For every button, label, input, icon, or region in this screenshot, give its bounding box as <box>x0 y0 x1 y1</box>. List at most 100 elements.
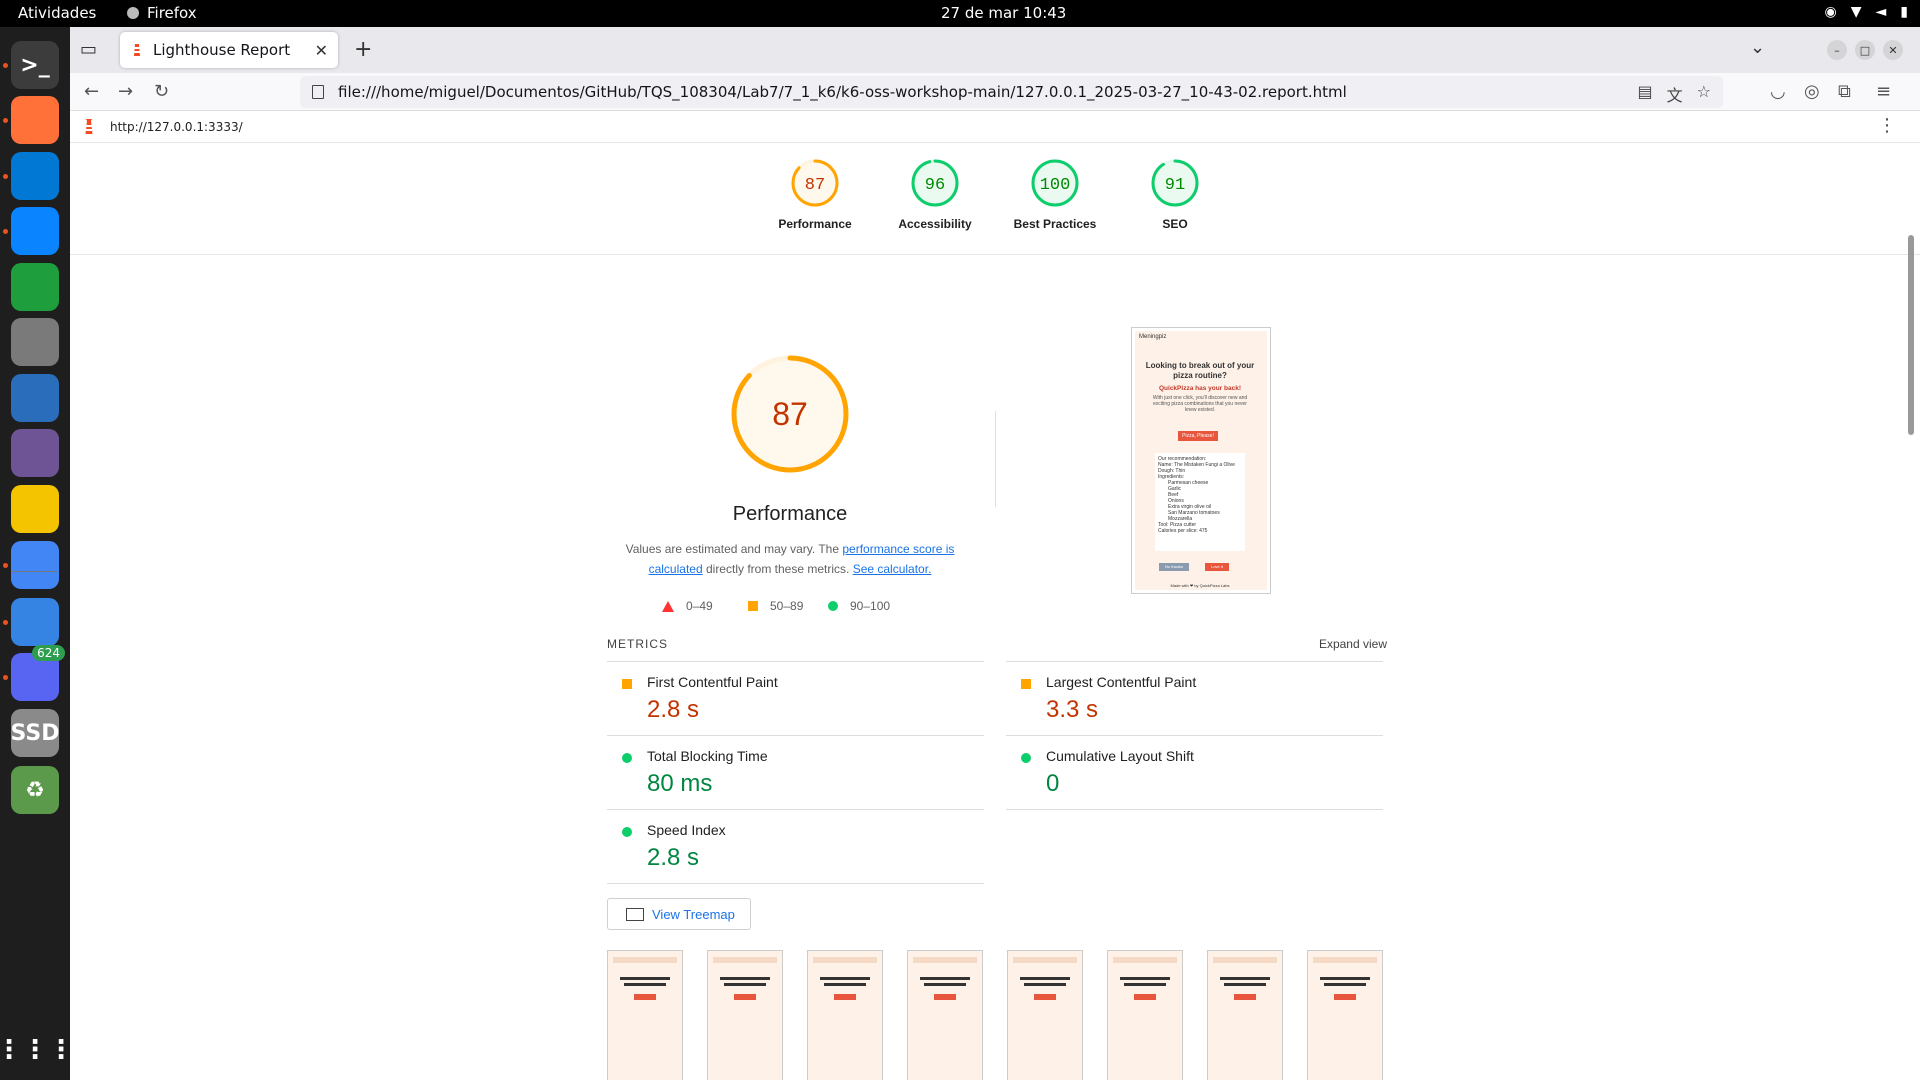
extensions-icon[interactable]: ⧉ <box>1838 81 1851 102</box>
dock-discord-icon[interactable]: 624 <box>11 645 65 701</box>
legend-pass: 90–100 <box>828 599 890 613</box>
dock-rhythmbox-icon[interactable] <box>11 485 59 533</box>
running-indicator <box>3 63 8 68</box>
gauge-accessibility[interactable]: 96 Accessibility <box>880 157 990 231</box>
running-indicator <box>3 620 8 625</box>
reload-icon[interactable]: ↻ <box>154 81 169 102</box>
volume-muted-icon[interactable]: ◄ <box>1876 4 1887 20</box>
dock-files-icon[interactable] <box>11 318 59 366</box>
clock[interactable]: 27 de mar 10:43 <box>941 4 1066 22</box>
dock-separator <box>12 571 58 572</box>
metric-bottom-border <box>1006 809 1383 810</box>
dock: >_ 624 SSD ♻ ⋮⋮⋮ <box>0 27 74 1080</box>
pass-circle-icon <box>828 601 838 611</box>
dock-chrome-icon[interactable] <box>11 541 59 589</box>
ss-love-it: Love it <box>1205 563 1229 571</box>
metric-name: Total Blocking Time <box>647 748 768 764</box>
average-square-icon <box>622 679 632 689</box>
dock-ssd-icon[interactable]: SSD <box>11 709 59 757</box>
metric-value: 0 <box>1046 770 1060 797</box>
final-screenshot[interactable]: Meningpiz Looking to break out of your p… <box>1131 327 1271 594</box>
metric-speed-index: Speed Index 2.8 s <box>607 809 984 884</box>
metric-largest-contentful-paint: Largest Contentful Paint 3.3 s <box>1006 661 1383 735</box>
gauge-best-practices[interactable]: 100 Best Practices <box>1000 157 1110 231</box>
gauge-score: 100 <box>1040 176 1071 195</box>
ss-no-thanks: No thanks <box>1159 563 1189 571</box>
screenshot-content: Meningpiz Looking to break out of your p… <box>1135 331 1267 590</box>
show-apps-icon[interactable]: ⋮⋮⋮ <box>0 1026 74 1074</box>
reader-view-icon[interactable]: ▤ <box>1638 82 1653 106</box>
battery-icon[interactable]: ▮ <box>1900 4 1908 20</box>
performance-description: Values are estimated and may vary. The p… <box>615 539 965 579</box>
active-app-menu[interactable]: Firefox <box>126 4 197 22</box>
close-tab-icon[interactable]: ✕ <box>315 41 328 60</box>
dock-libreoffice-calc-icon[interactable] <box>11 263 59 311</box>
dock-badge: 624 <box>32 645 65 661</box>
dock-terminal-icon[interactable]: >_ <box>11 41 59 89</box>
metric-bottom-border <box>607 883 984 884</box>
firefox-view-icon[interactable]: ▭ <box>80 39 97 60</box>
lighthouse-logo-icon <box>85 119 93 134</box>
filmstrip-frame <box>1307 950 1383 1080</box>
average-square-icon <box>748 601 758 611</box>
system-tray[interactable]: ◉ ▼ ◄ ▮ <box>1825 4 1909 20</box>
view-treemap-button[interactable]: View Treemap <box>607 898 751 930</box>
metrics-title: METRICS <box>607 637 668 651</box>
filmstrip-frame <box>707 950 783 1080</box>
lighthouse-report: http://127.0.0.1:3333/ ⋮ 87 Performance 96… <box>70 111 1920 1080</box>
gauge-score: 87 <box>805 176 825 195</box>
metric-value: 2.8 s <box>647 696 700 723</box>
wifi-icon[interactable]: ▼ <box>1851 4 1862 20</box>
legend-fail: 0–49 <box>662 599 713 613</box>
report-page-url[interactable]: http://127.0.0.1:3333/ <box>110 120 243 134</box>
dock-libreoffice-impress-icon[interactable] <box>11 374 59 422</box>
metric-value: 2.8 s <box>647 844 700 871</box>
url-bar[interactable]: file:///home/miguel/Documentos/GitHub/TQ… <box>300 76 1723 108</box>
metric-name: Largest Contentful Paint <box>1046 674 1197 690</box>
expand-view-toggle[interactable]: Expand view <box>1319 637 1387 651</box>
running-indicator <box>3 675 8 680</box>
minimize-icon[interactable]: – <box>1827 40 1847 60</box>
gauge-label: Accessibility <box>898 217 972 231</box>
bookmark-star-icon[interactable]: ☆ <box>1697 82 1711 106</box>
dock-github-desktop-icon[interactable] <box>11 429 59 477</box>
translate-icon[interactable]: 文 <box>1667 82 1683 106</box>
pass-circle-icon <box>1021 753 1031 763</box>
dock-trash-icon[interactable]: ♻ <box>11 766 59 814</box>
tab-lighthouse-report[interactable]: Lighthouse Report ✕ <box>120 32 338 68</box>
dock-thunderbird-icon[interactable] <box>11 207 59 255</box>
running-indicator <box>3 118 8 123</box>
see-calculator-link[interactable]: See calculator. <box>853 562 932 576</box>
dock-text-editor-icon[interactable] <box>11 598 59 646</box>
gauge-performance[interactable]: 87 Performance <box>760 157 870 231</box>
fail-triangle-icon <box>662 600 674 612</box>
back-icon[interactable]: ← <box>84 81 99 102</box>
dock-firefox-icon[interactable] <box>11 96 59 144</box>
dock-vscode-icon[interactable] <box>11 152 59 200</box>
new-tab-icon[interactable]: + <box>354 37 372 62</box>
view-treemap-label: View Treemap <box>652 906 735 922</box>
url-text[interactable]: file:///home/miguel/Documentos/GitHub/TQ… <box>338 83 1347 101</box>
desc-text-2: directly from these metrics. <box>702 562 853 576</box>
list-all-tabs-icon[interactable]: ⌄ <box>1750 37 1765 58</box>
gauge-seo[interactable]: 91 SEO <box>1120 157 1230 231</box>
account-icon[interactable]: ◎ <box>1804 81 1820 102</box>
gauge-label: Best Practices <box>1013 217 1097 231</box>
filmstrip-frame <box>1207 950 1283 1080</box>
gauge-ring-icon: 96 <box>911 159 959 207</box>
forward-icon[interactable]: → <box>118 81 133 102</box>
maximize-icon[interactable]: □ <box>1855 40 1875 60</box>
gauge-label: SEO <box>1162 217 1188 231</box>
metric-value: 3.3 s <box>1046 696 1099 723</box>
activities-button[interactable]: Atividades <box>18 4 96 22</box>
legend-average: 50–89 <box>748 599 803 613</box>
scrollbar[interactable] <box>1908 235 1914 435</box>
pocket-icon[interactable]: ◡ <box>1770 81 1786 102</box>
close-window-icon[interactable]: ✕ <box>1883 40 1903 60</box>
navigation-bar: ← → ↻ file:///home/miguel/Documentos/Git… <box>70 73 1920 111</box>
report-menu-icon[interactable]: ⋮ <box>1878 115 1896 136</box>
menu-icon[interactable]: ≡ <box>1876 81 1891 102</box>
average-square-icon <box>1021 679 1031 689</box>
running-indicator <box>3 174 8 179</box>
discord-tray-icon[interactable]: ◉ <box>1825 4 1837 20</box>
